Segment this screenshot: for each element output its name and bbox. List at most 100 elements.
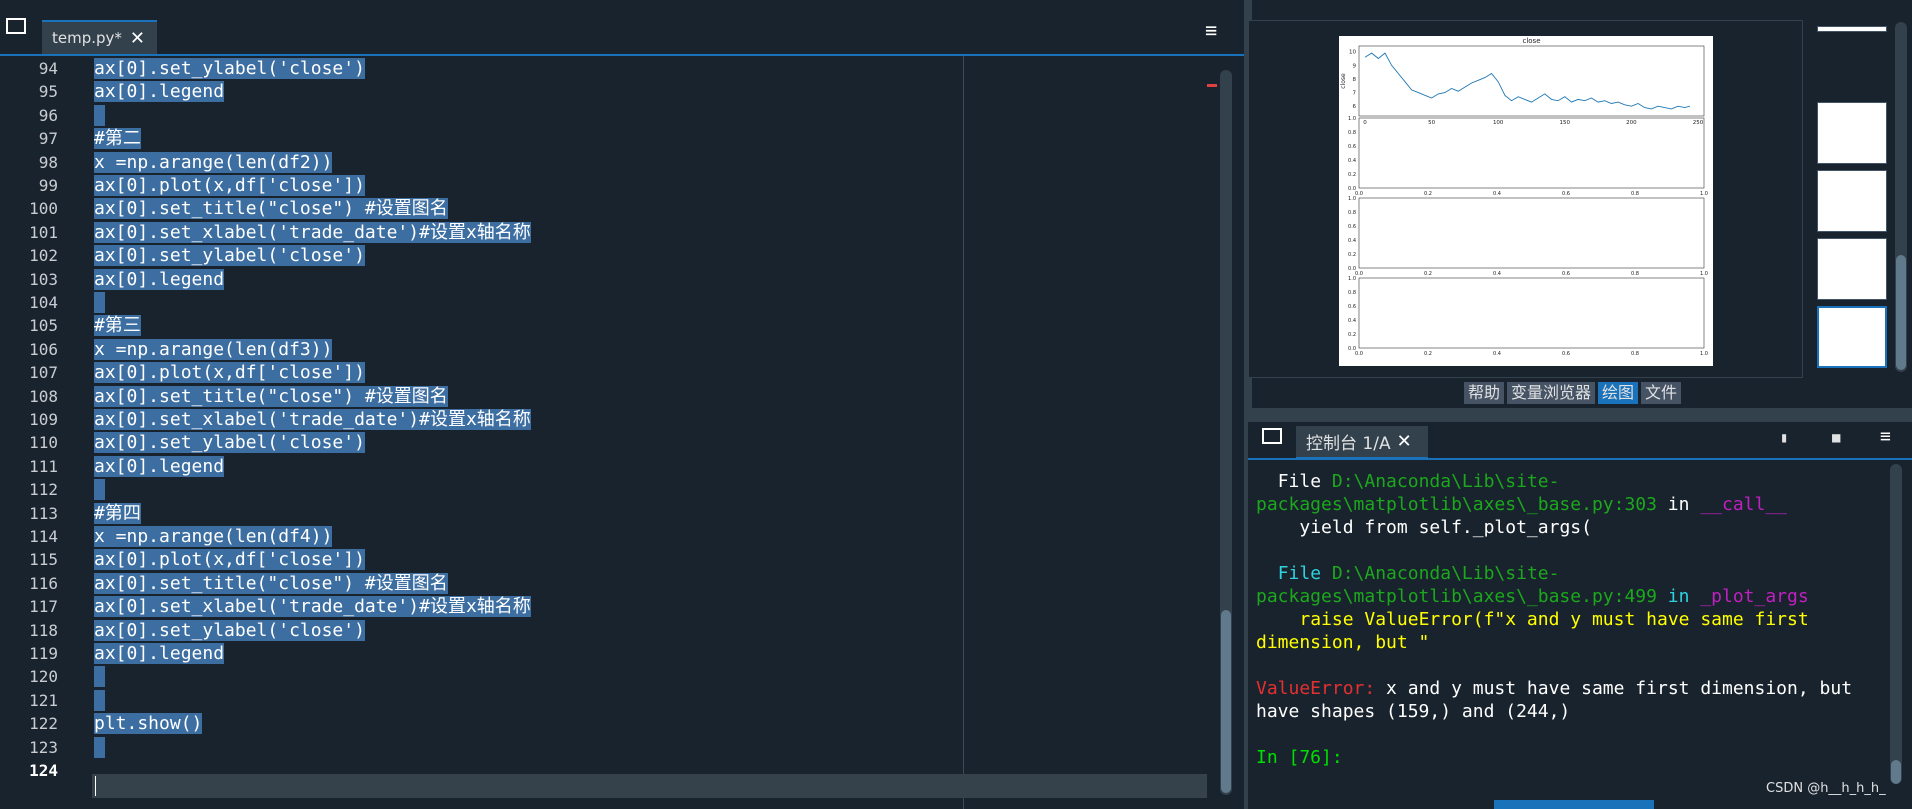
line-number: 105: [29, 316, 58, 336]
code-line[interactable]: ax[0].set_xlabel('trade_date')#设置x轴名称: [94, 221, 531, 244]
code-line[interactable]: ax[0].plot(x,df['close']): [94, 548, 365, 571]
clear-console-icon[interactable]: ▮: [1780, 430, 1788, 446]
code-line[interactable]: ax[0].set_ylabel('close'): [94, 244, 365, 267]
code-line[interactable]: ax[0].set_xlabel('trade_date')#设置x轴名称: [94, 595, 531, 618]
code-line[interactable]: [94, 736, 105, 759]
x-tick-label: 0.2: [1424, 191, 1432, 197]
tab-temp-py[interactable]: temp.py* ✕: [42, 20, 157, 54]
tab-variable-explorer[interactable]: 变量浏览器: [1507, 382, 1596, 404]
code-line[interactable]: ax[0].set_title("close") #设置图名: [94, 385, 448, 408]
line-number: 104: [29, 293, 58, 312]
console-line: File D:\Anaconda\Lib\site-packages\matpl…: [1256, 562, 1896, 608]
code-line[interactable]: [94, 759, 105, 782]
close-icon[interactable]: ✕: [1397, 431, 1412, 452]
code-line[interactable]: ax[0].set_title("close") #设置图名: [94, 197, 448, 220]
console-prompt[interactable]: In [76]:: [1256, 746, 1896, 769]
pane-options-icon[interactable]: [6, 18, 26, 34]
code-line[interactable]: ax[0].set_ylabel('close'): [94, 619, 365, 642]
code-line[interactable]: ax[0].set_title("close") #设置图名: [94, 572, 448, 595]
line-number: 123: [29, 737, 58, 757]
tab-files[interactable]: 文件: [1641, 382, 1682, 404]
code-line[interactable]: x =np.arange(len(df3)): [94, 338, 333, 361]
pane-splitter[interactable]: [1248, 408, 1912, 422]
code-line-text: ax[0].set_xlabel('trade_date')#设置x轴名称: [94, 221, 531, 243]
x-tick-label: 0.2: [1424, 271, 1432, 277]
code-line-text: ax[0].set_xlabel('trade_date')#设置x轴名称: [94, 409, 531, 430]
y-tick-label: 0.2: [1348, 252, 1356, 258]
console-line: [1256, 539, 1896, 562]
thumbnails-scrollbar-thumb[interactable]: [1896, 255, 1906, 370]
code-line[interactable]: ax[0].plot(x,df['close']): [94, 361, 365, 384]
plot-thumbnail[interactable]: [1817, 170, 1887, 232]
line-number: 106: [29, 339, 58, 359]
pane-options-icon[interactable]: [1262, 428, 1282, 444]
code-line[interactable]: plt.show(): [94, 712, 203, 735]
line-number: 117: [29, 597, 58, 617]
x-tick-label: 150: [1560, 120, 1571, 126]
code-line[interactable]: ax[0].set_xlabel('trade_date')#设置x轴名称: [94, 408, 531, 431]
console-scrollbar-thumb[interactable]: [1891, 760, 1901, 784]
x-tick-label: 50: [1428, 120, 1435, 126]
y-tick-label: 10: [1349, 50, 1356, 56]
console-output[interactable]: File D:\Anaconda\Lib\site-packages\matpl…: [1256, 470, 1896, 769]
close-icon[interactable]: ✕: [130, 28, 145, 49]
console-scrollbar[interactable]: [1890, 464, 1902, 784]
axes-frame: [1358, 45, 1705, 117]
code-line[interactable]: ax[0].legend: [94, 455, 225, 478]
code-line[interactable]: ax[0].plot(x,df['close']): [94, 174, 365, 197]
code-line[interactable]: [94, 689, 105, 712]
plot-thumbnail[interactable]: [1817, 306, 1887, 368]
menu-icon[interactable]: ≡: [1880, 426, 1891, 447]
code-line-text: ax[0].legend: [94, 81, 225, 103]
code-line[interactable]: [94, 291, 105, 314]
line-number: 97: [38, 129, 58, 149]
code-line-text: [94, 104, 105, 126]
plot-thumbnail[interactable]: [1817, 238, 1887, 300]
code-line-text: ax[0].legend: [94, 643, 225, 664]
x-tick-label: 200: [1626, 120, 1637, 126]
code-line[interactable]: ax[0].set_ylabel('close'): [94, 57, 365, 80]
tab-plots[interactable]: 绘图: [1598, 382, 1639, 404]
x-tick-label: 100: [1493, 120, 1504, 126]
y-tick-label: 6: [1353, 104, 1357, 110]
line-number: 95: [38, 82, 58, 102]
y-tick-label: 0.2: [1348, 172, 1356, 178]
x-tick-label: 0.2: [1424, 351, 1432, 357]
code-line[interactable]: x =np.arange(len(df2)): [94, 151, 333, 174]
tab-help[interactable]: 帮助: [1464, 382, 1505, 404]
code-line[interactable]: x =np.arange(len(df4)): [94, 525, 333, 548]
line-number: 107: [29, 363, 58, 383]
code-line[interactable]: ax[0].set_ylabel('close'): [94, 431, 365, 454]
x-tick-label: 0: [1363, 120, 1367, 126]
menu-icon[interactable]: ≡: [1205, 18, 1217, 42]
figure-canvas: close close 0 50 100 150 200 250 10 9 8 7 6 1.0 0.8 0.6…: [1340, 37, 1708, 357]
y-tick-label: 0.4: [1348, 158, 1356, 164]
plot-thumbnail[interactable]: [1817, 102, 1887, 164]
code-line[interactable]: #第四: [94, 502, 141, 525]
code-line[interactable]: ax[0].legend: [94, 268, 225, 291]
line-number: 113: [29, 503, 58, 523]
code-line[interactable]: #第三: [94, 314, 141, 337]
axes-frame: [1358, 117, 1705, 189]
code-line[interactable]: [94, 104, 105, 127]
code-line-text: ax[0].plot(x,df['close']): [94, 362, 365, 384]
console-line: yield from self._plot_args(: [1256, 516, 1896, 539]
edge-line: [963, 56, 964, 809]
axes-frame: [1358, 277, 1705, 349]
x-tick-label: 1.0: [1700, 271, 1708, 277]
plot-figure[interactable]: close close 0 50 100 150 200 250 10 9 8 7 6 1.0 0.8 0.6…: [1339, 36, 1713, 366]
stop-icon[interactable]: ■: [1832, 430, 1840, 446]
code-line-text: #第二: [94, 128, 141, 150]
code-line[interactable]: [94, 665, 105, 688]
code-line[interactable]: [94, 478, 105, 501]
code-line[interactable]: ax[0].legend: [94, 80, 225, 103]
error-marker[interactable]: [1207, 84, 1217, 87]
code-line[interactable]: ax[0].legend: [94, 642, 225, 665]
editor-scrollbar-thumb[interactable]: [1221, 610, 1231, 793]
plot-thumbnail[interactable]: [1817, 26, 1887, 32]
code-line-text: x =np.arange(len(df3)): [94, 338, 333, 360]
console-bottom-tab[interactable]: [1494, 800, 1654, 809]
code-line[interactable]: #第二: [94, 127, 141, 150]
x-tick-label: 0.0: [1355, 351, 1363, 357]
tab-console[interactable]: 控制台 1/A ✕: [1296, 426, 1428, 460]
